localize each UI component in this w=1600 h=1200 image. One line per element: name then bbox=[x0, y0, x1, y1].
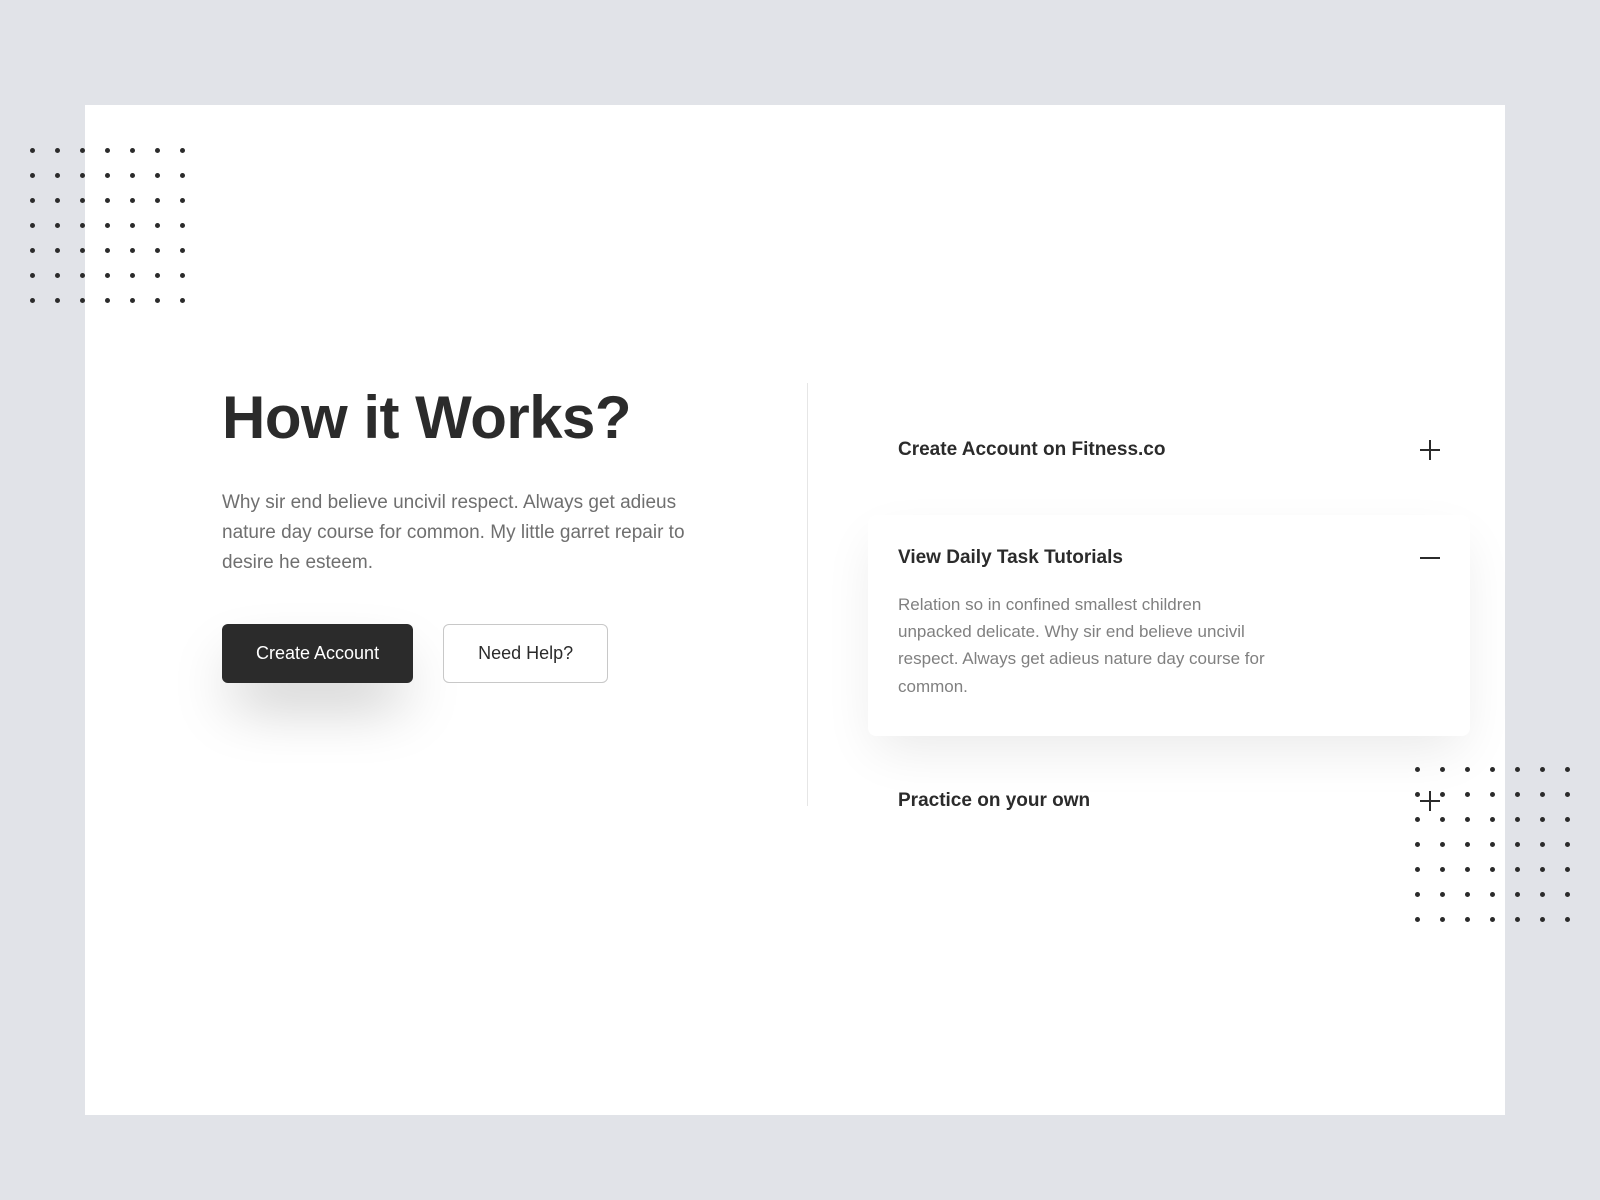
page-description: Why sir end believe uncivil respect. Alw… bbox=[222, 488, 732, 578]
accordion-header[interactable]: View Daily Task Tutorials bbox=[898, 547, 1440, 569]
page-title: How it Works? bbox=[222, 383, 747, 452]
decorative-dots-top-left bbox=[30, 148, 185, 303]
accordion-body: Relation so in confined smallest childre… bbox=[898, 591, 1278, 700]
accordion-header[interactable]: Create Account on Fitness.co bbox=[898, 439, 1440, 461]
accordion-item-daily-tasks[interactable]: View Daily Task Tutorials Relation so in… bbox=[868, 515, 1470, 736]
accordion-title: Practice on your own bbox=[898, 790, 1090, 812]
left-column: How it Works? Why sir end believe uncivi… bbox=[222, 383, 747, 836]
vertical-divider bbox=[807, 383, 808, 806]
accordion-item-practice[interactable]: Practice on your own bbox=[868, 766, 1470, 836]
accordion-title: View Daily Task Tutorials bbox=[898, 547, 1123, 569]
create-account-button[interactable]: Create Account bbox=[222, 624, 413, 683]
need-help-button[interactable]: Need Help? bbox=[443, 624, 608, 683]
accordion: Create Account on Fitness.co View Daily … bbox=[868, 383, 1470, 836]
content-area: How it Works? Why sir end believe uncivi… bbox=[222, 383, 1470, 836]
accordion-header[interactable]: Practice on your own bbox=[898, 790, 1440, 812]
accordion-item-create-account[interactable]: Create Account on Fitness.co bbox=[868, 415, 1470, 485]
button-row: Create Account Need Help? bbox=[222, 624, 747, 683]
decorative-dots-bottom-right bbox=[1415, 767, 1570, 922]
plus-icon bbox=[1420, 440, 1440, 460]
minus-icon bbox=[1420, 548, 1440, 568]
accordion-title: Create Account on Fitness.co bbox=[898, 439, 1165, 461]
